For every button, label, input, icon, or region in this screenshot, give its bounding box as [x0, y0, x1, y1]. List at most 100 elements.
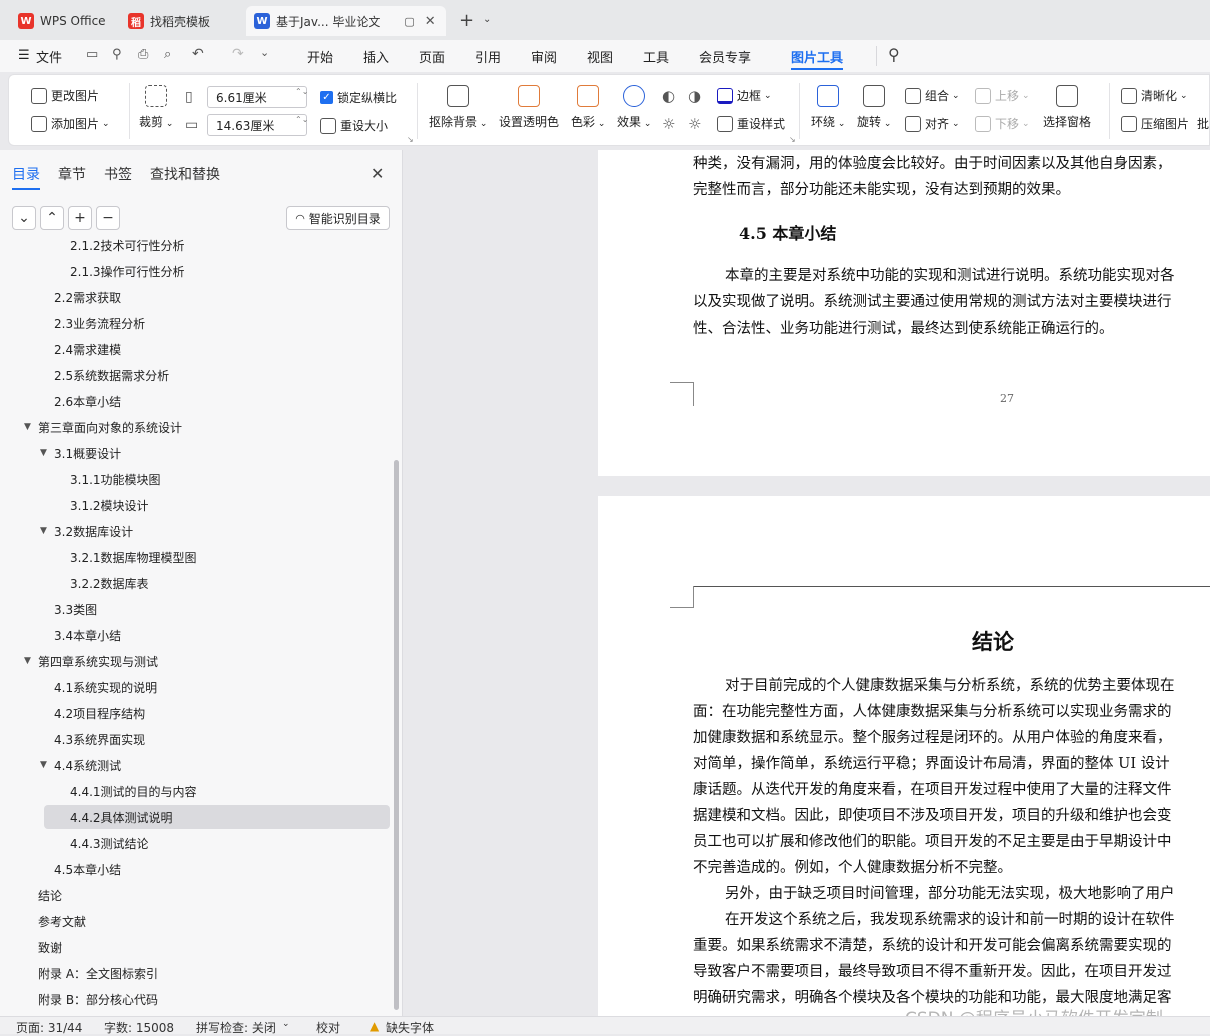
toc-item[interactable]: 4.4.2具体测试说明	[44, 805, 390, 829]
toc-item[interactable]: 3.2.1数据库物理模型图	[70, 545, 197, 569]
toc-item[interactable]: 附录 B：部分核心代码	[38, 987, 158, 1011]
border-button[interactable]: 边框 ⌄	[717, 87, 772, 104]
menu-home[interactable]: 开始	[307, 47, 333, 66]
toc-item[interactable]: 2.1.2技术可行性分析	[70, 236, 185, 257]
toc-item[interactable]: 2.3业务流程分析	[54, 311, 145, 335]
reset-size-button[interactable]: 重设大小	[320, 117, 388, 134]
toc-item[interactable]: 4.1系统实现的说明	[54, 675, 157, 699]
toc-item[interactable]: 第四章系统实现与测试	[38, 649, 158, 673]
undo-icon[interactable]: ↶	[192, 46, 204, 62]
height-input[interactable]: 14.63厘米	[207, 114, 307, 136]
expand-caret-icon[interactable]: ▼	[24, 656, 31, 666]
tab-template[interactable]: 稻 找稻壳模板	[120, 6, 240, 36]
smart-toc-button[interactable]: ◠ 智能识别目录	[286, 206, 390, 230]
expand-caret-icon[interactable]: ▼	[40, 760, 47, 770]
tab-wps-office[interactable]: W WPS Office	[10, 6, 116, 36]
menu-member[interactable]: 会员专享	[699, 47, 751, 66]
redo-icon[interactable]: ↷	[232, 46, 244, 62]
close-icon[interactable]: ✕	[371, 164, 384, 183]
expand-caret-icon[interactable]: ▼	[40, 448, 47, 458]
width-input[interactable]: 6.61厘米	[207, 86, 307, 108]
save-icon[interactable]: ▭	[86, 47, 98, 62]
menu-reference[interactable]: 引用	[475, 47, 501, 66]
search-icon[interactable]: ⚲	[888, 45, 900, 64]
set-transparent-button[interactable]: 设置透明色	[499, 85, 559, 130]
word-count[interactable]: 字数: 15008	[104, 1019, 174, 1036]
menu-review[interactable]: 审阅	[531, 47, 557, 66]
toc-item[interactable]: 第三章面向对象的系统设计	[38, 415, 182, 439]
lock-ratio-checkbox[interactable]: ✓ 锁定纵横比	[320, 89, 397, 106]
crop-button[interactable]: 裁剪 ⌄	[139, 85, 173, 130]
print-preview-icon[interactable]: ⌕	[164, 47, 171, 62]
toc-item[interactable]: 4.4.1测试的目的与内容	[70, 779, 197, 803]
remove-heading-button[interactable]: −	[96, 206, 120, 230]
expand-caret-icon[interactable]: ▼	[24, 422, 31, 432]
toc-item[interactable]: 3.1.2模块设计	[70, 493, 149, 517]
tab-find-replace[interactable]: 查找和替换	[150, 164, 220, 184]
menu-tools[interactable]: 工具	[643, 47, 669, 66]
hamburger-icon[interactable]: ☰	[18, 48, 30, 63]
reset-style-button[interactable]: 重设样式	[717, 115, 785, 132]
add-heading-button[interactable]: +	[68, 206, 92, 230]
batch-button[interactable]: 批	[1197, 115, 1209, 132]
proofread-button[interactable]: 校对	[316, 1019, 340, 1036]
remove-background-button[interactable]: 抠除背景 ⌄	[429, 85, 487, 130]
brightness-icon[interactable]: ◐	[662, 87, 675, 105]
sun-decrease-icon[interactable]: ☼	[688, 115, 701, 133]
change-picture-button[interactable]: 更改图片	[31, 87, 99, 104]
color-button[interactable]: 色彩 ⌄	[571, 85, 605, 130]
toc-item[interactable]: 附录 A：全文图标索引	[38, 961, 158, 985]
tab-bookmarks[interactable]: 书签	[104, 164, 132, 184]
contrast-icon[interactable]: ◑	[688, 87, 701, 105]
missing-font-status[interactable]: 缺失字体	[386, 1019, 434, 1036]
move-down-button[interactable]: 下移 ⌄	[975, 115, 1030, 132]
group-button[interactable]: 组合 ⌄	[905, 87, 960, 104]
wrap-button[interactable]: 环绕 ⌄	[811, 85, 845, 130]
menu-page[interactable]: 页面	[419, 47, 445, 66]
expand-down-button[interactable]: ⌄	[12, 206, 36, 230]
print-icon[interactable]: ⎙	[138, 47, 148, 62]
rotate-button[interactable]: 旋转 ⌄	[857, 85, 891, 130]
tab-thesis-doc[interactable]: W 基于Jav... 毕业论文 ▢ ✕	[246, 6, 446, 36]
toc-item[interactable]: 2.1.3操作可行性分析	[70, 259, 185, 283]
toc-item[interactable]: 4.4.3测试结论	[70, 831, 149, 855]
tab-window-icon[interactable]: ▢	[404, 15, 414, 28]
effect-button[interactable]: 效果 ⌄	[617, 85, 651, 130]
toc-item[interactable]: 参考文献	[38, 909, 86, 933]
sharpen-button[interactable]: 清晰化 ⌄	[1121, 87, 1188, 104]
toc-item[interactable]: 2.6本章小结	[54, 389, 121, 413]
toc-item[interactable]: 3.3类图	[54, 597, 97, 621]
new-tab-icon[interactable]: +	[459, 10, 474, 31]
expand-corner-icon[interactable]: ↘	[789, 135, 796, 144]
align-button[interactable]: 对齐 ⌄	[905, 115, 960, 132]
toc-item[interactable]: 致谢	[38, 935, 62, 959]
toc-item[interactable]: 4.5本章小结	[54, 857, 121, 881]
add-picture-button[interactable]: 添加图片 ⌄	[31, 115, 110, 132]
toc-item[interactable]: 4.4系统测试	[54, 753, 121, 777]
chevron-down-icon[interactable]: ⌄	[483, 14, 491, 25]
toc-item[interactable]: 4.2项目程序结构	[54, 701, 145, 725]
expand-corner-icon[interactable]: ↘	[407, 135, 414, 144]
menu-insert[interactable]: 插入	[363, 47, 389, 66]
toc-item[interactable]: 3.2.2数据库表	[70, 571, 149, 595]
toc-item[interactable]: 3.1概要设计	[54, 441, 121, 465]
menu-picture-tools[interactable]: 图片工具	[791, 47, 844, 70]
tab-toc[interactable]: 目录	[12, 164, 40, 190]
toc-item[interactable]: 结论	[38, 883, 62, 907]
page-indicator[interactable]: 页面: 31/44	[16, 1019, 82, 1036]
selection-pane-button[interactable]: 选择窗格	[1043, 85, 1091, 130]
collapse-up-button[interactable]: ⌃	[40, 206, 64, 230]
toc-item[interactable]: 3.1.1功能模块图	[70, 467, 161, 491]
menu-view[interactable]: 视图	[587, 47, 613, 66]
close-icon[interactable]: ✕	[425, 14, 436, 29]
toc-item[interactable]: 2.2需求获取	[54, 285, 121, 309]
chevron-down-icon[interactable]: ⌄	[282, 1019, 290, 1029]
spell-check-status[interactable]: 拼写检查: 关闭	[196, 1019, 276, 1036]
expand-caret-icon[interactable]: ▼	[40, 526, 47, 536]
tab-sections[interactable]: 章节	[58, 164, 86, 184]
move-up-button[interactable]: 上移 ⌄	[975, 87, 1030, 104]
toc-item[interactable]: 2.4需求建模	[54, 337, 121, 361]
toc-item[interactable]: 3.4本章小结	[54, 623, 121, 647]
toc-item[interactable]: 3.2数据库设计	[54, 519, 133, 543]
toc-item[interactable]: 2.5系统数据需求分析	[54, 363, 169, 387]
